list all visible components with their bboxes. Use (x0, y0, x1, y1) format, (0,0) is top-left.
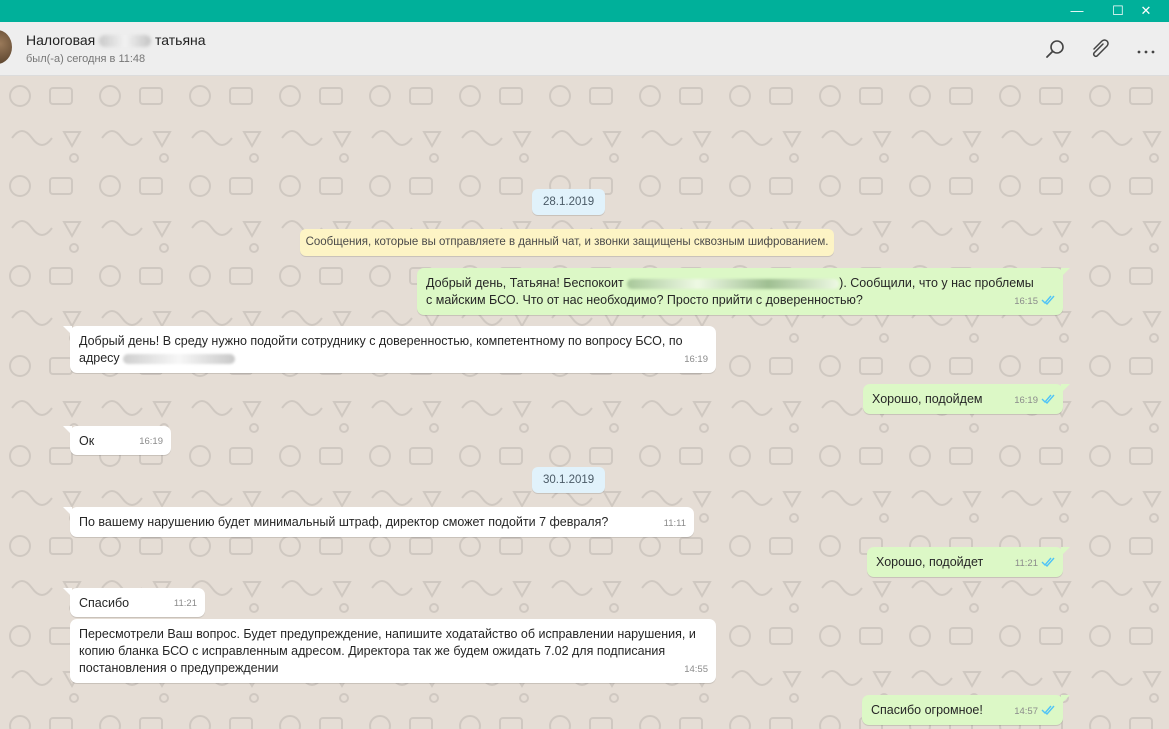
message-meta: 14:57 (1014, 703, 1055, 720)
message-meta: 11:21 (174, 595, 197, 612)
message-text-line: Добрый день, Татьяна! Беспокоит ). Сообщ… (426, 275, 1054, 292)
window-titlebar: — ☐ ✕ (0, 0, 1169, 22)
date-separator: 30.1.2019 (532, 467, 606, 493)
more-icon[interactable] (1134, 37, 1158, 61)
close-button[interactable]: ✕ (1123, 0, 1169, 22)
chat-header[interactable]: Налоговая татьяна был(-а) сегодня в 11:4… (0, 22, 1169, 76)
bubble-tail (1061, 695, 1070, 704)
message-meta: 16:19 (1014, 392, 1055, 409)
chat-area[interactable]: 28.1.2019 Сообщения, которые вы отправля… (0, 76, 1169, 729)
message-time: 11:21 (1014, 558, 1038, 569)
bubble-tail (63, 588, 72, 597)
paperclip-icon[interactable] (1088, 37, 1112, 61)
outgoing-message[interactable]: Хорошо, подойдем 16:19 (863, 384, 1070, 414)
message-time: 11:21 (173, 598, 197, 609)
incoming-message[interactable]: По вашему нарушению будет минимальный шт… (63, 507, 694, 537)
message-text: адресу (79, 351, 120, 365)
bubble-tail (63, 326, 72, 335)
contact-status: был(-а) сегодня в 11:48 (26, 53, 146, 65)
contact-name-prefix: Налоговая (26, 32, 96, 48)
outgoing-message[interactable]: Хорошо, подойдет 11:21 (867, 547, 1070, 577)
message-meta: 14:55 (684, 661, 708, 678)
message-meta: 16:15 (1014, 293, 1055, 310)
redacted-text (123, 353, 236, 364)
double-check-icon (1041, 295, 1055, 305)
message-time: 11:11 (663, 518, 686, 529)
bubble-tail (1061, 268, 1070, 277)
outgoing-message[interactable]: Добрый день, Татьяна! Беспокоит ). Сообщ… (417, 268, 1070, 315)
message-text: Добрый день! В среду нужно подойти сотру… (79, 334, 683, 348)
message-time: 16:19 (139, 436, 163, 447)
double-check-icon (1041, 557, 1055, 567)
contact-name[interactable]: Налоговая татьяна (26, 32, 206, 48)
message-time: 16:19 (1014, 395, 1038, 406)
date-separator: 28.1.2019 (532, 189, 606, 215)
contact-name-suffix: татьяна (155, 32, 206, 48)
avatar[interactable] (0, 30, 12, 64)
message-meta: 16:19 (139, 433, 163, 450)
message-text-line: адресу (79, 350, 707, 367)
double-check-icon (1041, 705, 1055, 715)
minimize-button[interactable]: — (1054, 0, 1100, 22)
bubble-tail (63, 426, 72, 435)
double-check-icon (1041, 394, 1055, 404)
message-time: 16:19 (684, 354, 708, 365)
message-text: с майским БСО. Что от нас необходимо? Пр… (426, 293, 863, 307)
message-time: 14:57 (1014, 706, 1038, 717)
outgoing-message[interactable]: Спасибо огромное! 14:57 (862, 695, 1070, 725)
encryption-notice[interactable]: Сообщения, которые вы отправляете в данн… (300, 229, 834, 256)
message-text: По вашему нарушению будет минимальный шт… (79, 515, 609, 529)
message-text: Добрый день, Татьяна! Беспокоит (426, 276, 624, 290)
message-text: ). Сообщили, что у нас проблемы (839, 276, 1034, 290)
redacted-text (627, 278, 840, 289)
incoming-message[interactable]: Пересмотрели Ваш вопрос. Будет предупреж… (70, 619, 716, 683)
incoming-message[interactable]: Добрый день! В среду нужно подойти сотру… (63, 326, 716, 373)
bubble-tail (1061, 384, 1070, 393)
redacted-name (99, 35, 152, 48)
message-meta: 11:21 (1015, 555, 1055, 572)
message-text: Пересмотрели Ваш вопрос. Будет предупреж… (79, 627, 696, 675)
bubble-tail (1061, 547, 1070, 556)
message-meta: 16:19 (684, 351, 708, 368)
incoming-message[interactable]: Спасибо 11:21 (63, 588, 205, 617)
message-meta: 11:11 (664, 515, 686, 532)
message-time: 14:55 (684, 664, 708, 675)
message-time: 16:15 (1014, 296, 1038, 307)
incoming-message[interactable]: Ок 16:19 (63, 426, 171, 455)
search-icon[interactable] (1043, 37, 1067, 61)
bubble-tail (63, 507, 72, 516)
